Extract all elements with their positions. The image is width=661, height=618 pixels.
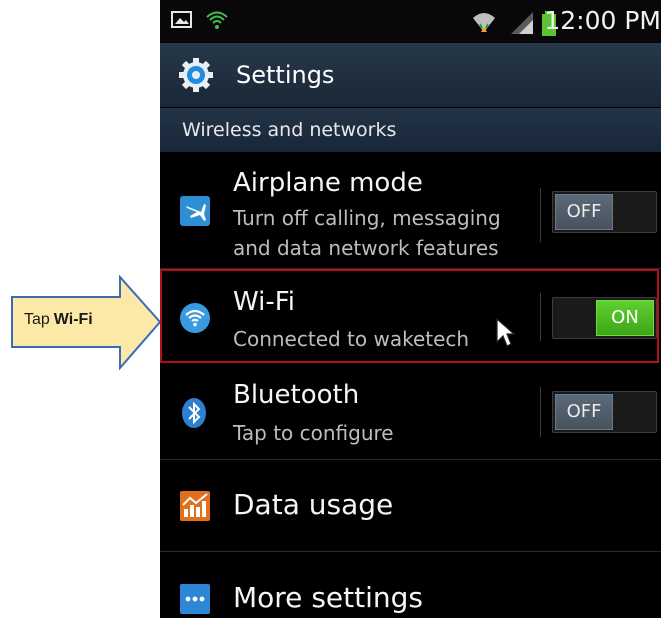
airplane-icon — [180, 196, 210, 230]
bluetooth-icon — [180, 397, 208, 433]
settings-item-data-usage[interactable]: Data usage — [160, 460, 661, 552]
wifi-highlight-box — [160, 269, 659, 363]
callout-arrow: Tap Wi-Fi — [10, 275, 162, 370]
airplane-mode-subtitle-line1: Turn off calling, messaging — [233, 206, 501, 230]
divider-vertical — [540, 188, 541, 242]
status-bar-right-icons — [470, 8, 557, 40]
callout-text: Tap Wi-Fi — [24, 311, 93, 329]
data-usage-title: Data usage — [233, 488, 394, 521]
toggle-off-label: OFF — [555, 394, 613, 430]
section-header: Wireless and networks — [160, 108, 661, 152]
settings-item-bluetooth[interactable]: Bluetooth Tap to configure OFF — [160, 363, 661, 460]
airplane-mode-subtitle-line2: and data network features — [233, 236, 499, 260]
airplane-mode-title: Airplane mode — [233, 168, 423, 198]
callout-prefix: Tap — [24, 311, 50, 328]
screenshot-icon — [171, 11, 192, 28]
page-title: Settings — [236, 61, 335, 89]
data-usage-icon — [180, 491, 210, 525]
mouse-cursor-icon — [496, 317, 516, 352]
more-settings-title: More settings — [233, 581, 423, 614]
gear-icon — [179, 58, 213, 92]
bluetooth-toggle[interactable]: OFF — [552, 391, 657, 433]
settings-item-more-settings[interactable]: More settings — [160, 552, 661, 618]
toggle-off-label: OFF — [555, 194, 613, 230]
action-bar: Settings — [160, 43, 661, 107]
callout-target: Wi-Fi — [53, 311, 93, 328]
settings-app-icon[interactable] — [178, 57, 214, 97]
airplane-mode-toggle[interactable]: OFF — [552, 191, 657, 233]
phone-screen: 12:00 PM Settings Wireless and networks … — [160, 0, 661, 618]
cell-signal-icon — [511, 12, 534, 34]
wifi-signal-icon — [473, 13, 495, 32]
more-icon — [180, 584, 210, 618]
bluetooth-title: Bluetooth — [233, 380, 360, 410]
divider-vertical — [540, 387, 541, 437]
settings-item-airplane-mode[interactable]: Airplane mode Turn off calling, messagin… — [160, 152, 661, 269]
status-bar: 12:00 PM — [160, 0, 661, 43]
status-time: 12:00 PM — [544, 6, 661, 35]
wifi-notification-icon — [206, 11, 228, 29]
section-header-label: Wireless and networks — [182, 119, 397, 141]
bluetooth-subtitle: Tap to configure — [233, 421, 394, 445]
airplane-mode-subtitle: Turn off calling, messaging and data net… — [233, 203, 501, 263]
status-bar-left-icons — [170, 9, 229, 33]
